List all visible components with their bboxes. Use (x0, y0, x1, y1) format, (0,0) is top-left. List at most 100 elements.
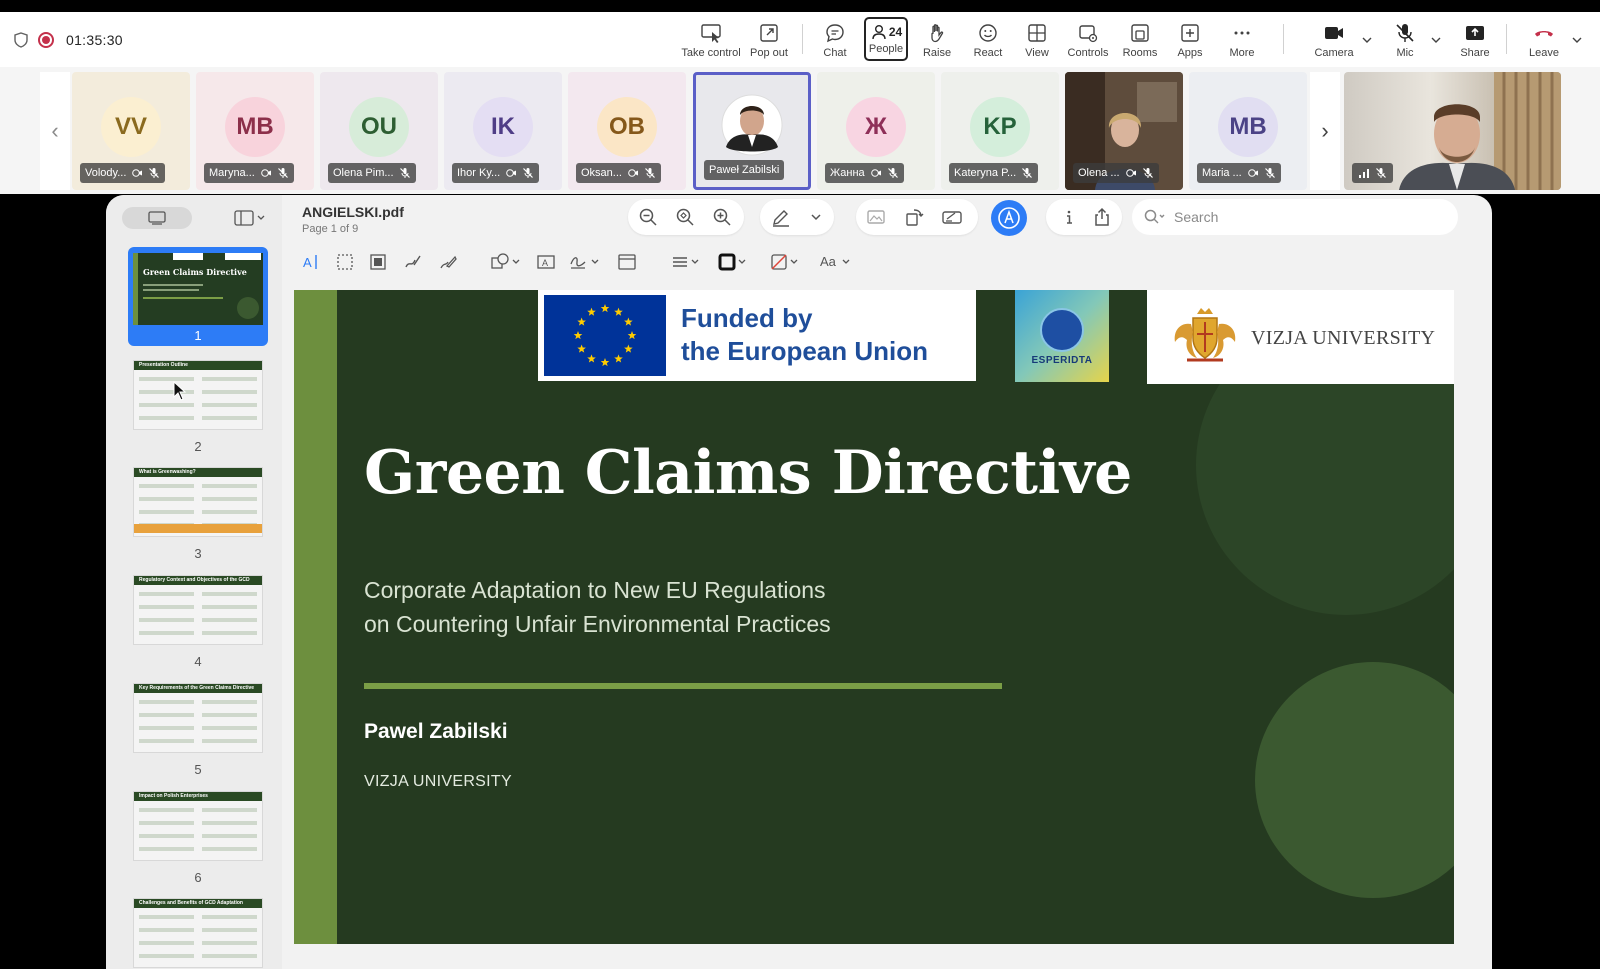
search-field[interactable]: Search (1132, 199, 1458, 235)
participant-tile[interactable]: VV Volody... (72, 72, 190, 190)
participant-tile[interactable]: IK Ihor Ky... (444, 72, 562, 190)
participant-name: Olena Pim... (333, 167, 394, 179)
text-style-icon[interactable]: Aa (820, 252, 854, 272)
participant-avatar-initials: MB (225, 97, 285, 157)
people-icon (872, 25, 886, 40)
react-button[interactable]: React (969, 16, 1007, 64)
chevron-down-icon[interactable] (806, 207, 826, 227)
info-icon[interactable] (1059, 207, 1079, 227)
chat-button[interactable]: Chat (817, 16, 853, 64)
vizja-university-logo: VIZJA UNIVERSITY (1147, 290, 1454, 384)
rotate-icon[interactable] (904, 207, 924, 227)
mic-options-chevron-icon[interactable] (1430, 34, 1442, 46)
mic-muted-icon (645, 168, 655, 178)
page-thumbnail[interactable]: Impact on Polish Enterprises 6 (128, 791, 268, 885)
meeting-timer: 01:35:30 (66, 31, 123, 48)
page-number: 4 (194, 654, 202, 669)
share-button[interactable]: Share (1457, 16, 1493, 64)
leave-button[interactable]: Leave (1526, 16, 1562, 64)
draw-icon[interactable] (438, 252, 458, 272)
participant-tile[interactable]: OU Olena Pim... (320, 72, 438, 190)
slide-subtitle: Corporate Adaptation to New EU Regulatio… (364, 577, 831, 637)
fill-color-icon[interactable] (770, 252, 802, 272)
mic-muted-icon (1376, 168, 1386, 178)
participant-name: Maryna... (209, 167, 255, 179)
sketch-icon[interactable] (403, 252, 423, 272)
participant-avatar-initials: MB (1218, 97, 1278, 157)
top-strip (0, 0, 1600, 12)
page-thumbnail[interactable]: Green Claims Directive 1 (128, 247, 268, 346)
markup-toggle-icon[interactable] (990, 199, 1028, 237)
participant-name-tag: Жанна (825, 163, 904, 183)
border-color-icon[interactable] (718, 252, 750, 272)
page-thumbnail[interactable]: Key Requirements of the Green Claims Dir… (128, 683, 268, 777)
pen-icon[interactable] (771, 207, 791, 227)
camera-options-chevron-icon[interactable] (1361, 34, 1373, 46)
lasso-selection-icon[interactable] (368, 252, 388, 272)
page-thumbnail[interactable]: What is Greenwashing? 3 (128, 467, 268, 561)
page-thumbnail-image: Challenges and Benefits of GCD Adaptatio… (133, 898, 263, 968)
mic-muted-icon (523, 168, 534, 178)
signature-icon[interactable] (942, 207, 962, 227)
line-style-icon[interactable] (671, 252, 703, 272)
thumbnail-sidebar: Green Claims Directive 1 Presentation Outl… (106, 195, 282, 969)
participant-avatar-initials: VV (101, 97, 161, 157)
participant-name: Paweł Zabilski (709, 164, 780, 176)
actual-size-icon[interactable] (675, 207, 695, 227)
mic-muted-icon (399, 168, 410, 178)
zoom-in-icon[interactable] (712, 207, 732, 227)
people-button[interactable]: 24 People (864, 17, 908, 61)
page-number: 1 (194, 328, 202, 343)
share-icon[interactable] (1092, 207, 1112, 227)
participant-name: Ihor Ky... (457, 167, 501, 179)
participant-tile[interactable]: MB Maryna... (196, 72, 314, 190)
thumbnail-title: Presentation Outline (139, 362, 188, 368)
leave-options-chevron-icon[interactable] (1571, 34, 1583, 46)
sidebar-view-toggle[interactable] (122, 207, 192, 229)
info-share-controls (1046, 199, 1122, 235)
add-apps-icon (1181, 24, 1199, 42)
mic-button[interactable]: Mic (1390, 16, 1420, 64)
text-box-icon[interactable]: A (536, 252, 556, 272)
text-selection-icon[interactable]: A (302, 252, 322, 272)
participant-name-tag: Paweł Zabilski (704, 160, 785, 180)
zoom-out-icon[interactable] (638, 207, 658, 227)
video-off-icon (261, 169, 271, 177)
self-video-tile[interactable] (1344, 72, 1561, 190)
share-screen-icon (1466, 26, 1484, 40)
image-mask-icon[interactable] (866, 207, 886, 227)
more-button[interactable]: More (1225, 16, 1259, 64)
page-thumbnail[interactable]: Challenges and Benefits of GCD Adaptatio… (128, 898, 268, 969)
rectangle-selection-icon[interactable] (335, 252, 355, 272)
smiley-icon (979, 24, 997, 42)
participant-name-tag: Maryna... (204, 163, 294, 183)
mic-muted-icon (1022, 168, 1033, 178)
camera-button[interactable]: Camera (1313, 16, 1355, 64)
pop-out-button[interactable]: Pop out (748, 16, 790, 64)
video-off-icon (1125, 169, 1136, 177)
take-control-button[interactable]: Take control (681, 16, 741, 64)
page-thumbnail[interactable]: Presentation Outline 2 (128, 360, 268, 454)
apps-button[interactable]: Apps (1175, 16, 1205, 64)
participant-avatar-initials: OB (597, 97, 657, 157)
strip-prev-button[interactable]: ‹ (40, 72, 70, 190)
raise-hand-button[interactable]: Raise (918, 16, 956, 64)
view-button[interactable]: View (1021, 16, 1053, 64)
participant-name-tag: Olena ... (1073, 163, 1159, 183)
page-thumbnail[interactable]: Regulatory Context and Objectives of the… (128, 575, 268, 669)
controls-button[interactable]: Controls (1066, 16, 1110, 64)
participant-tile[interactable]: MB Maria ... (1189, 72, 1307, 190)
participant-tile[interactable]: Olena ... (1065, 72, 1183, 190)
sidebar-layout-icon[interactable] (234, 210, 266, 226)
strip-next-button[interactable]: › (1310, 72, 1340, 190)
sign-icon[interactable] (569, 252, 601, 272)
participant-tile[interactable]: KP Kateryna P... (941, 72, 1059, 190)
rooms-button[interactable]: Rooms (1122, 16, 1158, 64)
participant-tile[interactable]: Paweł Zabilski (693, 72, 811, 190)
participant-tile[interactable]: OB Oksan... (568, 72, 686, 190)
search-placeholder: Search (1174, 209, 1219, 225)
shapes-icon[interactable] (490, 252, 522, 272)
svg-text:A: A (542, 258, 548, 268)
note-icon[interactable] (617, 252, 637, 272)
participant-tile[interactable]: Ж Жанна (817, 72, 935, 190)
